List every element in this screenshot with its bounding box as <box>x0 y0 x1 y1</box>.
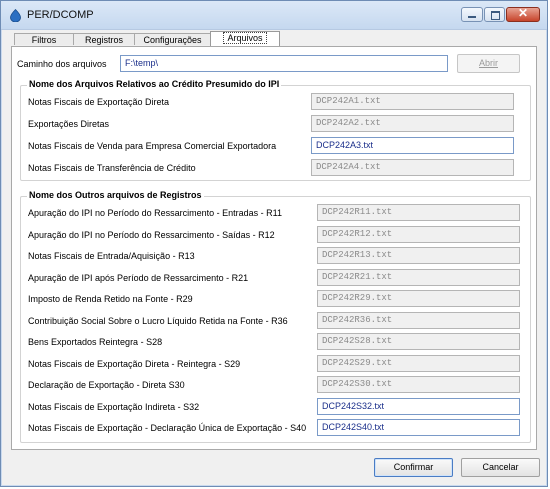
perdcomp-app-icon <box>10 9 21 22</box>
file-row-label: Contribuição Social Sobre o Lucro Líquid… <box>28 315 288 326</box>
file-row-label: Notas Fiscais de Exportação - Declaração… <box>28 423 307 433</box>
group-credito-presumido-title: Nome dos Arquivos Relativos ao Crédito P… <box>27 79 282 89</box>
file-name-field: DCP242A2.txt <box>311 115 514 132</box>
file-name-field: DCP242R12.txt <box>317 225 520 243</box>
file-row-label: Apuração de IPI após Período de Ressarci… <box>28 272 249 283</box>
confirm-button-label: Confirmar <box>393 462 434 472</box>
file-row-label: Apuração do IPI no Período do Ressarcime… <box>28 229 275 240</box>
file-row-label: Notas Fiscais de Exportação Direta - Rei… <box>28 358 241 369</box>
file-name-field: DCP242R13.txt <box>317 247 520 264</box>
file-row-label: Declaração de Exportação - Direta S30 <box>28 380 185 390</box>
file-name-field[interactable]: DCP242S32.txt <box>317 397 520 415</box>
file-name-field: DCP242S28.txt <box>317 333 520 350</box>
file-row-label: Notas Fiscais de Transferência de Crédit… <box>28 163 196 173</box>
path-label: Caminho dos arquivos <box>17 59 107 69</box>
group-outros-registros-title: Nome dos Outros arquivos de Registros <box>27 190 204 200</box>
close-icon[interactable]: ✕ <box>506 6 540 22</box>
maximize-icon[interactable] <box>484 7 505 22</box>
tab-configuracoes[interactable]: Configurações <box>134 33 211 45</box>
tab-panel-arquivos: Caminho dos arquivos F:\temp\ Abrir Nome… <box>11 46 537 450</box>
group-credito-presumido: Nome dos Arquivos Relativos ao Crédito P… <box>20 79 531 181</box>
open-button-label: Abrir <box>478 58 498 68</box>
file-name-field: DCP242S30.txt <box>317 376 520 393</box>
file-row-label: Notas Fiscais de Exportação Direta <box>28 97 170 107</box>
minimize-icon[interactable] <box>461 7 483 22</box>
file-row-label: Notas Fiscais de Entrada/Aquisição - R13 <box>28 251 195 261</box>
file-name-field: DCP242R29.txt <box>317 290 520 307</box>
confirm-button[interactable]: Confirmar <box>374 458 453 477</box>
file-name-field: DCP242R11.txt <box>317 204 520 221</box>
file-row-label: Apuração do IPI no Período do Ressarcime… <box>28 208 282 218</box>
file-name-field: DCP242A1.txt <box>311 93 514 110</box>
file-row-label: Notas Fiscais de Exportação Indireta - S… <box>28 401 200 412</box>
file-row-label: Imposto de Renda Retido na Fonte - R29 <box>28 294 193 304</box>
file-name-field[interactable]: DCP242S40.txt <box>317 419 520 436</box>
file-name-field: DCP242S29.txt <box>317 354 520 372</box>
open-button: Abrir <box>457 54 520 73</box>
title-bar[interactable]: PER/DCOMP ✕ <box>1 1 547 30</box>
file-row-label: Bens Exportados Reintegra - S28 <box>28 337 163 347</box>
perdcomp-window: PER/DCOMP ✕ Filtros Registros Configuraç… <box>0 0 548 487</box>
file-name-field: DCP242R36.txt <box>317 311 520 329</box>
tab-arquivos[interactable]: Arquivos <box>210 31 280 46</box>
tab-arquivos-label: Arquivos <box>223 32 267 44</box>
cancel-button[interactable]: Cancelar <box>461 458 540 477</box>
file-row-label: Exportações Diretas <box>28 119 110 129</box>
tab-filtros[interactable]: Filtros <box>14 33 74 45</box>
window-title: PER/DCOMP <box>27 9 94 21</box>
group-outros-registros: Nome dos Outros arquivos de Registros Ap… <box>20 190 531 443</box>
tab-registros[interactable]: Registros <box>73 33 135 45</box>
file-name-field[interactable]: DCP242A3.txt <box>311 137 514 154</box>
file-name-field: DCP242R21.txt <box>317 268 520 286</box>
file-row-label: Notas Fiscais de Venda para Empresa Come… <box>28 141 277 151</box>
path-input[interactable]: F:\temp\ <box>120 55 448 72</box>
cancel-button-label: Cancelar <box>482 462 519 472</box>
file-name-field: DCP242A4.txt <box>311 159 514 176</box>
